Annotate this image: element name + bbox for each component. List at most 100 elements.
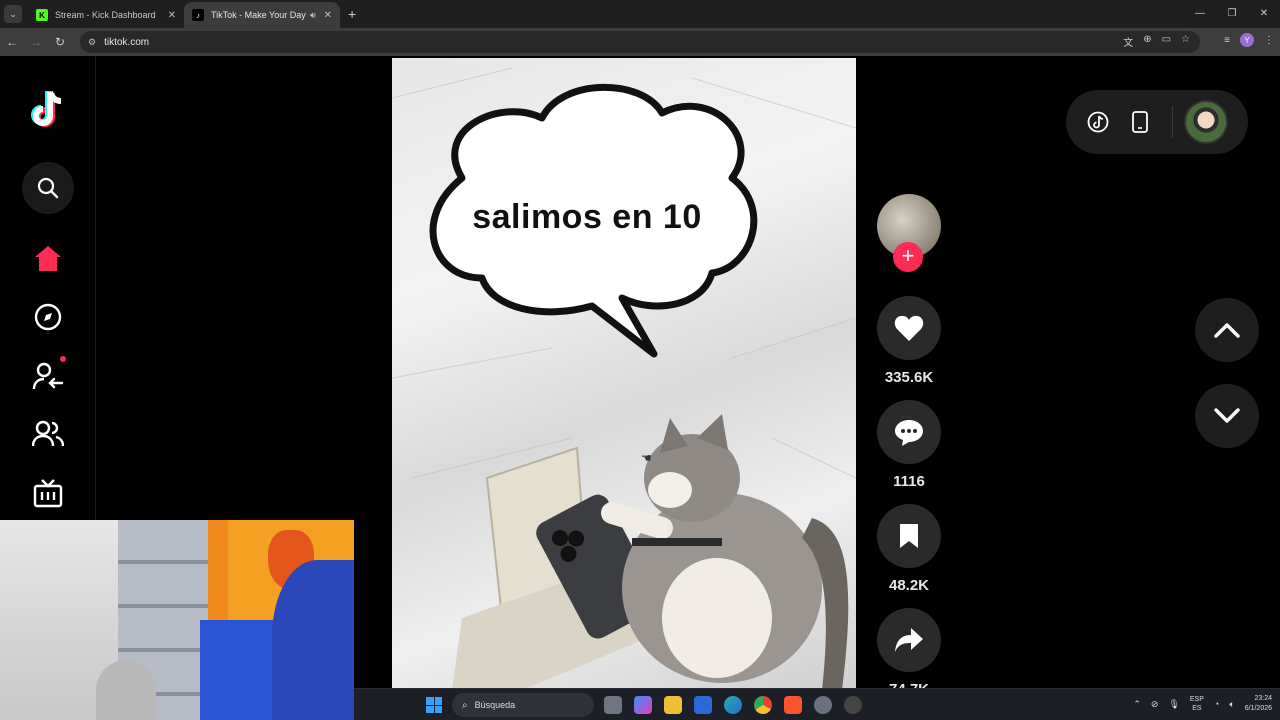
cast-icon[interactable]: ▭ bbox=[1162, 34, 1171, 49]
tab-kick[interactable]: K Stream - Kick Dashboard ✕ bbox=[28, 2, 184, 28]
microphone-icon[interactable]: 🎙︎ bbox=[1168, 699, 1179, 710]
lang-bottom: ES bbox=[1192, 705, 1202, 712]
copilot-icon[interactable] bbox=[634, 696, 652, 714]
site-info-icon[interactable]: ⚙︎ bbox=[88, 37, 96, 48]
tiktok-logo[interactable] bbox=[28, 88, 68, 132]
phone-icon bbox=[1132, 111, 1148, 133]
tab-search-button[interactable]: ⌄ bbox=[4, 5, 22, 23]
profile-avatar[interactable]: Y bbox=[1240, 33, 1254, 47]
tab-strip: ⌄ K Stream - Kick Dashboard ✕ ♪ TikTok -… bbox=[0, 0, 1280, 28]
close-window-button[interactable]: ✕ bbox=[1248, 0, 1280, 26]
chevron-down-icon bbox=[1214, 408, 1240, 423]
nav-following[interactable] bbox=[22, 350, 74, 402]
pointer-cursor: ☚ bbox=[641, 451, 652, 465]
chevron-up-icon[interactable]: ⌃ bbox=[1133, 699, 1141, 710]
lang-top: ESP bbox=[1189, 696, 1204, 703]
save-button[interactable] bbox=[877, 504, 941, 568]
clock-time: 23:24 bbox=[1254, 695, 1272, 702]
bookmark-star-icon[interactable]: ☆ bbox=[1181, 34, 1190, 49]
window-controls: — ❐ ✕ bbox=[1184, 0, 1280, 26]
search-icon bbox=[37, 177, 59, 199]
system-tray: ⌃ ⊘ 🎙︎ ESP ES ◔ 🔈︎ 23:24 6/1/2026 bbox=[1133, 694, 1272, 714]
translate-icon[interactable]: 文 bbox=[1123, 34, 1133, 49]
video-caption: salimos en 10 bbox=[472, 198, 702, 236]
brave-icon[interactable] bbox=[784, 696, 802, 714]
home-icon bbox=[35, 246, 61, 271]
share-arrow-icon bbox=[895, 628, 923, 652]
kick-icon: K bbox=[36, 9, 48, 21]
tab-title: Stream - Kick Dashboard bbox=[55, 10, 156, 20]
forward-button[interactable]: → bbox=[24, 35, 48, 49]
taskbar-search[interactable]: ⌕ Búsqueda bbox=[452, 693, 594, 717]
notification-dot bbox=[60, 356, 66, 362]
search-button[interactable] bbox=[22, 162, 74, 214]
nav-friends[interactable] bbox=[22, 408, 74, 460]
next-video-button[interactable] bbox=[1195, 384, 1259, 448]
share-button[interactable] bbox=[877, 608, 941, 672]
chevron-up-icon bbox=[1214, 323, 1240, 338]
like-button[interactable] bbox=[877, 296, 941, 360]
edge-icon[interactable] bbox=[724, 696, 742, 714]
streamer bbox=[272, 560, 354, 720]
windows-start-icon[interactable] bbox=[426, 697, 442, 713]
heart-icon bbox=[894, 315, 924, 341]
compass-icon bbox=[34, 303, 62, 331]
browser-actions: ≡ Y ⋮ bbox=[1224, 33, 1274, 47]
menu-icon[interactable]: ⋮ bbox=[1264, 35, 1274, 46]
settings-icon[interactable] bbox=[814, 696, 832, 714]
tab-tiktok[interactable]: ♪ TikTok - Make Your Day 🔊︎ ✕ bbox=[184, 2, 340, 28]
user-avatar[interactable] bbox=[1184, 100, 1228, 144]
volume-icon[interactable]: 🔈︎ bbox=[1229, 699, 1234, 710]
comment-count: 1116 bbox=[893, 473, 925, 490]
follow-button[interactable]: + bbox=[893, 242, 923, 272]
live-tv-icon bbox=[33, 479, 63, 508]
taskbar-search-placeholder: Búsqueda bbox=[474, 700, 516, 710]
comment-button[interactable] bbox=[877, 400, 941, 464]
previous-video-button[interactable] bbox=[1195, 298, 1259, 362]
friends-icon bbox=[32, 420, 64, 447]
new-tab-button[interactable]: + bbox=[348, 6, 356, 22]
input-language[interactable]: ESP ES bbox=[1190, 695, 1204, 713]
network-icon[interactable]: ⊘ bbox=[1151, 699, 1159, 710]
close-icon[interactable]: ✕ bbox=[168, 10, 176, 21]
nav-live[interactable] bbox=[22, 467, 74, 519]
bookmark-icon bbox=[900, 524, 918, 548]
tiktok-circle-icon bbox=[1087, 111, 1109, 133]
nav-explore[interactable] bbox=[22, 291, 74, 343]
clock-date: 6/1/2026 bbox=[1244, 705, 1272, 712]
reading-list-icon[interactable]: ≡ bbox=[1224, 35, 1230, 46]
video-frame-illustration bbox=[392, 67, 856, 690]
comment-icon bbox=[895, 420, 923, 446]
search-icon: ⌕ bbox=[462, 699, 468, 711]
tab-title: TikTok - Make Your Day bbox=[211, 10, 306, 20]
top-right-controls bbox=[1066, 90, 1248, 154]
wifi-icon[interactable]: ◔ bbox=[1214, 699, 1219, 709]
webcam-chair bbox=[96, 660, 156, 720]
chrome-icon[interactable] bbox=[754, 696, 772, 714]
file-explorer-icon[interactable] bbox=[664, 696, 682, 714]
address-bar[interactable]: ⚙︎ tiktok.com bbox=[80, 31, 1200, 53]
task-view-icon[interactable] bbox=[604, 696, 622, 714]
divider bbox=[1172, 106, 1173, 138]
save-count: 48.2K bbox=[888, 577, 930, 594]
tiktok-icon: ♪ bbox=[192, 9, 204, 21]
toolbar: ← → ↻ ⚙︎ tiktok.com 文 ⊕ ▭ ☆ ≡ Y ⋮ bbox=[0, 28, 1280, 56]
back-button[interactable]: ← bbox=[0, 35, 24, 49]
store-icon[interactable] bbox=[694, 696, 712, 714]
close-icon[interactable]: ✕ bbox=[324, 10, 332, 21]
get-app-button[interactable] bbox=[1128, 110, 1152, 134]
nav-home[interactable] bbox=[22, 232, 74, 284]
zoom-icon[interactable]: ⊕ bbox=[1143, 34, 1151, 49]
video-player[interactable]: salimos en 10 ☚ bbox=[392, 58, 856, 690]
taskbar: ⌕ Búsqueda ⌃ ⊘ 🎙︎ ESP ES ◔ 🔈︎ 23:24 6/1/… bbox=[354, 688, 1280, 720]
url-text: tiktok.com bbox=[104, 36, 150, 48]
clock[interactable]: 23:24 6/1/2026 bbox=[1245, 694, 1272, 714]
speaker-icon[interactable]: 🔊︎ bbox=[310, 10, 316, 21]
minimize-button[interactable]: — bbox=[1184, 0, 1216, 26]
restore-button[interactable]: ❐ bbox=[1216, 0, 1248, 26]
reload-button[interactable]: ↻ bbox=[48, 35, 72, 49]
like-count: 335.6K bbox=[884, 369, 934, 386]
taskbar-apps bbox=[604, 696, 862, 714]
get-coins-button[interactable] bbox=[1086, 110, 1110, 134]
obs-icon[interactable] bbox=[844, 696, 862, 714]
